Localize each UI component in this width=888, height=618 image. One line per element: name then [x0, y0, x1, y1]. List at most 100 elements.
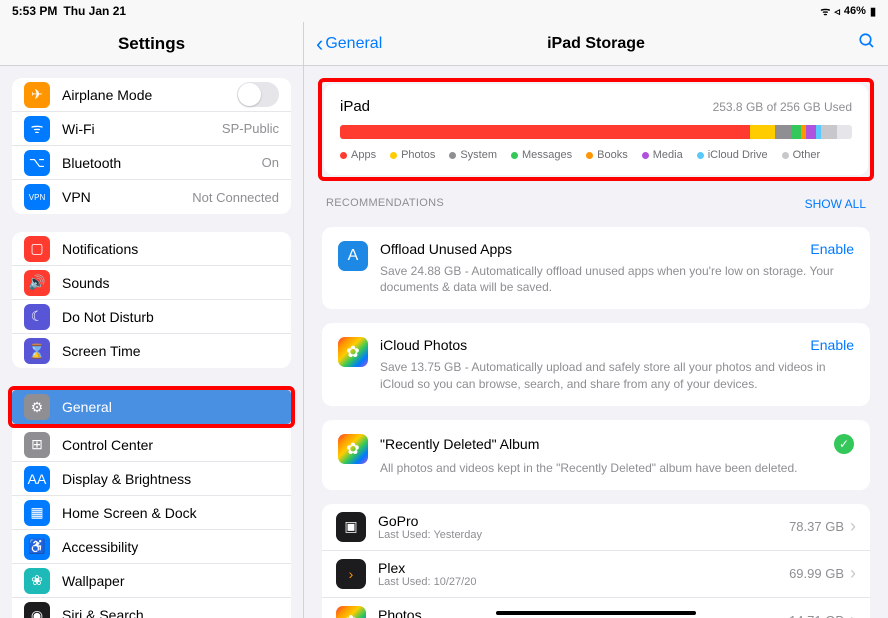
sidebar-item-control-center[interactable]: ⊞ Control Center — [12, 428, 291, 462]
sidebar-item-label: General — [62, 399, 279, 415]
sidebar-item-value: On — [262, 155, 279, 170]
sounds-icon: 🔊 — [24, 270, 50, 296]
enable-link[interactable]: Enable — [810, 337, 854, 353]
sidebar-item-label: Do Not Disturb — [62, 309, 279, 325]
legend-item: Photos — [390, 149, 435, 161]
app-icon: ▣ — [336, 512, 366, 542]
legend-item: Other — [782, 149, 821, 161]
sidebar-item-label: Airplane Mode — [62, 87, 237, 103]
sidebar-item-label: Control Center — [62, 437, 279, 453]
sidebar-item-siri-search[interactable]: ◉ Siri & Search — [12, 598, 291, 618]
do-icon: ☾ — [24, 304, 50, 330]
siri-icon: ◉ — [24, 602, 50, 618]
sidebar-item-bluetooth[interactable]: ⌥BluetoothOn — [12, 146, 291, 180]
accessibility-icon: ♿ — [24, 534, 50, 560]
sidebar-item-label: Home Screen & Dock — [62, 505, 279, 521]
sidebar-item-label: Wallpaper — [62, 573, 279, 589]
storage-segment — [775, 125, 790, 139]
airplane-icon: ✈ — [24, 82, 50, 108]
wifi-icon: ᯤ — [820, 4, 830, 19]
highlight-general: ⚙ General — [8, 386, 295, 428]
app-size: 69.99 GB — [789, 566, 844, 581]
recommendation-card: ✿"Recently Deleted" Album✓All photos and… — [322, 420, 870, 490]
app-name: GoPro — [378, 513, 482, 529]
legend-dot — [642, 152, 649, 159]
sidebar-item-label: Notifications — [62, 241, 279, 257]
enable-link[interactable]: Enable — [810, 241, 854, 257]
chevron-right-icon: › — [850, 516, 856, 537]
back-button[interactable]: ‹ General — [316, 33, 382, 55]
chevron-right-icon: › — [850, 563, 856, 584]
wallpaper-icon: ❀ — [24, 568, 50, 594]
sidebar-item-general[interactable]: ⚙ General — [12, 390, 291, 424]
storage-segment — [750, 125, 776, 139]
sidebar-item-value: SP-Public — [222, 121, 279, 136]
display-icon: AA — [24, 466, 50, 492]
control-icon: ⊞ — [24, 432, 50, 458]
home-icon: ▦ — [24, 500, 50, 526]
legend-dot — [697, 152, 704, 159]
recommendations-header: RECOMMENDATIONS — [326, 197, 444, 211]
sidebar-item-vpn[interactable]: VPNVPNNot Connected — [12, 180, 291, 214]
sidebar-item-accessibility[interactable]: ♿ Accessibility — [12, 530, 291, 564]
sidebar-item-notifications[interactable]: ▢ Notifications — [12, 232, 291, 266]
legend-dot — [586, 152, 593, 159]
legend-item: Apps — [340, 149, 376, 161]
legend-item: Messages — [511, 149, 572, 161]
sidebar-item-label: VPN — [62, 189, 192, 205]
home-indicator — [496, 611, 696, 615]
app-icon: › — [336, 559, 366, 589]
show-all-link[interactable]: SHOW ALL — [805, 197, 866, 211]
device-name: iPad — [340, 98, 370, 115]
status-bar: 5:53 PM Thu Jan 21 ᯤ ◃ 46% ▮ — [0, 0, 888, 22]
gear-icon: ⚙ — [24, 394, 50, 420]
notifications-icon: ▢ — [24, 236, 50, 262]
chevron-right-icon: › — [850, 610, 856, 618]
sidebar-item-label: Accessibility — [62, 539, 279, 555]
sidebar-item-display-brightness[interactable]: AA Display & Brightness — [12, 462, 291, 496]
sidebar-item-wi-fi[interactable]: ᯤWi-FiSP-Public — [12, 112, 291, 146]
checkmark-icon: ✓ — [834, 434, 854, 454]
sidebar-item-label: Screen Time — [62, 343, 279, 359]
storage-summary-card: iPad 253.8 GB of 256 GB Used Apps Photos S… — [324, 84, 868, 175]
chevron-left-icon: ‹ — [316, 33, 323, 55]
app-name: Plex — [378, 560, 476, 576]
legend-dot — [782, 152, 789, 159]
airplane-switch[interactable] — [237, 82, 279, 107]
storage-used: 253.8 GB of 256 GB Used — [713, 100, 852, 114]
app-row-plex[interactable]: ›PlexLast Used: 10/27/2069.99 GB› — [322, 551, 870, 598]
sidebar-item-label: Wi-Fi — [62, 121, 222, 137]
app-icon: ✿ — [336, 606, 366, 618]
sidebar-item-home-screen-dock[interactable]: ▦ Home Screen & Dock — [12, 496, 291, 530]
legend-item: System — [449, 149, 497, 161]
recommendation-title: iCloud Photos — [380, 337, 467, 353]
status-date: Thu Jan 21 — [63, 4, 126, 18]
app-size: 78.37 GB — [789, 519, 844, 534]
sidebar-item-label: Display & Brightness — [62, 471, 279, 487]
sidebar-item-label: Siri & Search — [62, 607, 279, 618]
status-time: 5:53 PM — [12, 4, 57, 18]
settings-sidebar: Settings ✈Airplane ModeᯤWi-FiSP-Public⌥B… — [0, 22, 304, 618]
app-name: Photos — [378, 607, 470, 618]
app-row-gopro[interactable]: ▣ GoProLast Used: Yesterday 78.37 GB › — [322, 504, 870, 551]
recommendation-icon: ✿ — [338, 337, 368, 367]
legend-dot — [340, 152, 347, 159]
recommendation-title: "Recently Deleted" Album — [380, 436, 539, 452]
legend-dot — [449, 152, 456, 159]
recommendation-card: AOffload Unused AppsEnableSave 24.88 GB … — [322, 227, 870, 309]
sidebar-item-label: Sounds — [62, 275, 279, 291]
sidebar-item-airplane-mode[interactable]: ✈ Airplane Mode — [12, 78, 291, 112]
sidebar-item-screen-time[interactable]: ⌛Screen Time — [12, 334, 291, 368]
battery-pct: 46% — [844, 5, 866, 17]
legend-dot — [390, 152, 397, 159]
search-icon[interactable] — [858, 32, 876, 55]
recommendation-desc: All photos and videos kept in the "Recen… — [380, 460, 854, 476]
sidebar-item-sounds[interactable]: 🔊 Sounds — [12, 266, 291, 300]
sidebar-item-value: Not Connected — [192, 190, 279, 205]
app-last-used: Last Used: Yesterday — [378, 529, 482, 541]
sidebar-item-wallpaper[interactable]: ❀ Wallpaper — [12, 564, 291, 598]
sidebar-item-do-not-disturb[interactable]: ☾ Do Not Disturb — [12, 300, 291, 334]
sidebar-item-label: Bluetooth — [62, 155, 262, 171]
recommendation-desc: Save 13.75 GB - Automatically upload and… — [380, 359, 854, 391]
page-title: iPad Storage — [304, 35, 888, 53]
